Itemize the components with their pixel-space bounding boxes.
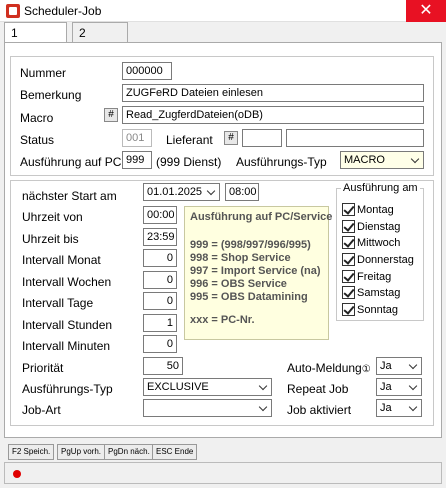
day-label-sonntag: Sonntag — [357, 304, 398, 316]
job-art-label: Job-Art — [22, 403, 61, 417]
auto-meldung-label: Auto-Meldung① — [287, 361, 371, 375]
day-label-mittwoch: Mittwoch — [357, 237, 401, 249]
auto-meldung-label-text: Auto-Meldung — [287, 361, 362, 375]
macro-label: Macro — [20, 111, 54, 125]
day-checkbox-freitag[interactable] — [342, 270, 355, 283]
info-line: 997 = Import Service (na) — [190, 265, 321, 277]
ausfuehrungs-typ-top-select[interactable]: MACRO — [340, 151, 424, 169]
intervall-tage-label: Intervall Tage — [22, 296, 94, 310]
day-label-montag: Montag — [357, 204, 394, 216]
tab-hinweis[interactable]: 2 Hinweis — [72, 22, 129, 54]
job-aktiviert-select[interactable]: Ja — [376, 399, 422, 417]
pc-service-info-box: Ausführung auf PC/Service 999 = (998/997… — [184, 206, 333, 340]
chevron-down-icon — [410, 362, 418, 370]
ausfuehrungs-typ-value: EXCLUSIVE — [147, 381, 209, 393]
close-button[interactable]: ✕ — [406, 0, 446, 22]
ausfuehrungs-typ-top-value: MACRO — [344, 154, 385, 166]
naechster-start-date-value: 01.01.2025 — [147, 186, 203, 198]
chevron-down-icon — [410, 404, 418, 412]
job-aktiviert-label: Job aktiviert — [287, 403, 352, 417]
day-checkbox-montag[interactable] — [342, 203, 355, 216]
intervall-monat-label: Intervall Monat — [22, 253, 101, 267]
macro-lookup-button[interactable]: # — [104, 108, 118, 122]
status-label: Status — [20, 133, 55, 147]
repeat-job-label: Repeat Job — [287, 382, 349, 396]
ausfuehrungs-typ-top-label: Ausführungs-Typ — [236, 155, 327, 169]
pgdn-next-button[interactable]: PgDn näch. — [104, 444, 154, 460]
bemerkung-label: Bemerkung — [20, 88, 82, 102]
lieferant-input[interactable] — [242, 129, 282, 147]
repeat-job-value: Ja — [380, 381, 392, 393]
chevron-down-icon — [260, 383, 268, 391]
chevron-down-icon — [412, 156, 420, 164]
day-checkbox-samstag[interactable] — [342, 286, 355, 299]
uhrzeit-bis-label: Uhrzeit bis — [22, 232, 79, 246]
intervall-tage-input[interactable]: 0 — [143, 292, 177, 310]
intervall-stunden-label: Intervall Stunden — [22, 318, 113, 332]
uhrzeit-von-label: Uhrzeit von — [22, 210, 83, 224]
uhrzeit-bis-input[interactable]: 23:59 — [143, 228, 177, 246]
intervall-minuten-label: Intervall Minuten — [22, 339, 111, 353]
ausfuehrung-pc-input[interactable]: 999 — [122, 151, 152, 169]
intervall-stunden-input[interactable]: 1 — [143, 314, 177, 332]
chevron-down-icon — [410, 383, 418, 391]
bemerkung-input[interactable]: ZUGFeRD Dateien einlesen — [122, 84, 424, 102]
app-icon — [6, 4, 20, 18]
prioritaet-input[interactable]: 50 — [143, 357, 183, 375]
chevron-down-icon — [260, 404, 268, 412]
nummer-input[interactable]: 000000 — [122, 62, 172, 80]
day-label-dienstag: Dienstag — [357, 221, 401, 233]
intervall-monat-input[interactable]: 0 — [143, 249, 177, 267]
lieferant-name-input[interactable] — [286, 129, 424, 147]
info-icon[interactable]: ① — [362, 364, 371, 375]
info-line: 996 = OBS Service — [190, 278, 287, 290]
tab-standard[interactable]: 1 Standard — [4, 22, 67, 54]
naechster-start-time-input[interactable]: 08:00 — [225, 183, 259, 201]
uhrzeit-von-input[interactable]: 00:00 — [143, 206, 177, 224]
job-aktiviert-value: Ja — [380, 402, 392, 414]
repeat-job-select[interactable]: Ja — [376, 378, 422, 396]
job-art-select[interactable] — [143, 399, 272, 417]
lieferant-label: Lieferant — [166, 133, 213, 147]
macro-input[interactable]: Read_ZugferdDateien(oDB) — [122, 106, 424, 124]
status-bar — [4, 462, 442, 484]
lieferant-lookup-button[interactable]: # — [224, 131, 238, 145]
day-checkbox-donnerstag[interactable] — [342, 253, 355, 266]
window-title: Scheduler-Job — [24, 4, 102, 18]
ausfuehrung-pc-label: Ausführung auf PC — [20, 155, 122, 169]
ausfuehrungs-typ-label: Ausführungs-Typ — [22, 382, 113, 396]
prioritaet-label: Priorität — [22, 361, 64, 375]
naechster-start-label: nächster Start am — [22, 189, 117, 203]
f2-save-button[interactable]: F2 Speich. — [8, 444, 55, 460]
status-input: 001 — [122, 129, 152, 147]
intervall-wochen-input[interactable]: 0 — [143, 271, 177, 289]
auto-meldung-value: Ja — [380, 360, 392, 372]
info-line: 995 = OBS Datamining — [190, 291, 308, 303]
info-line: 998 = Shop Service — [190, 252, 291, 264]
auto-meldung-select[interactable]: Ja — [376, 357, 422, 375]
day-checkbox-dienstag[interactable] — [342, 220, 355, 233]
info-line: 999 = (998/997/996/995) — [190, 239, 311, 251]
ausfuehrungs-typ-select[interactable]: EXCLUSIVE — [143, 378, 272, 396]
ausfuehrung-pc-note: (999 Dienst) — [156, 155, 222, 169]
day-label-donnerstag: Donnerstag — [357, 254, 414, 266]
intervall-minuten-input[interactable]: 0 — [143, 335, 177, 353]
title-bar: Scheduler-Job ✕ — [0, 0, 446, 22]
pgup-previous-button[interactable]: PgUp vorh. — [57, 444, 106, 460]
info-title: Ausführung auf PC/Service — [190, 211, 333, 223]
esc-end-button[interactable]: ESC Ende — [152, 444, 198, 460]
days-group-title: Ausführung am — [341, 182, 420, 194]
nummer-label: Nummer — [20, 66, 67, 80]
intervall-wochen-label: Intervall Wochen — [22, 275, 112, 289]
naechster-start-date-select[interactable]: 01.01.2025 — [143, 183, 220, 201]
day-label-samstag: Samstag — [357, 287, 401, 299]
chevron-down-icon — [208, 188, 216, 196]
day-label-freitag: Freitag — [357, 271, 392, 283]
info-line: xxx = PC-Nr. — [190, 314, 255, 326]
day-checkbox-sonntag[interactable] — [342, 303, 355, 316]
day-checkbox-mittwoch[interactable] — [342, 236, 355, 249]
record-indicator-icon — [13, 470, 21, 478]
